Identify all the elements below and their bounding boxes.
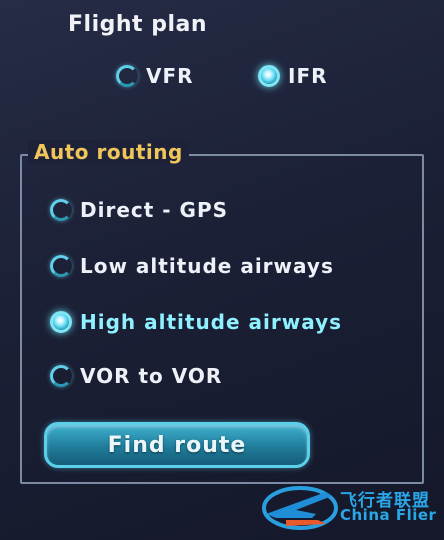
- radio-selected-icon: [50, 311, 72, 333]
- radio-low-altitude[interactable]: Low altitude airways: [50, 254, 334, 278]
- radio-label: Direct - GPS: [80, 198, 229, 222]
- find-route-label: Find route: [107, 432, 247, 458]
- radio-ifr[interactable]: IFR: [258, 64, 328, 88]
- flight-plan-title: Flight plan: [68, 12, 207, 37]
- find-route-button[interactable]: Find route: [44, 422, 310, 468]
- radio-icon: [50, 199, 72, 221]
- radio-icon: [50, 255, 72, 277]
- radio-high-altitude[interactable]: High altitude airways: [50, 310, 342, 334]
- radio-vfr[interactable]: VFR: [116, 64, 194, 88]
- radio-icon: [50, 365, 72, 387]
- radio-vor-to-vor[interactable]: VOR to VOR: [50, 364, 222, 388]
- radio-label: High altitude airways: [80, 310, 343, 334]
- radio-label: VOR to VOR: [80, 364, 223, 388]
- watermark-en: China Flier: [340, 506, 437, 524]
- radio-label: Low altitude airways: [80, 254, 334, 278]
- radio-label: IFR: [288, 64, 328, 88]
- radio-icon: [116, 65, 138, 87]
- radio-direct-gps[interactable]: Direct - GPS: [50, 198, 228, 222]
- radio-label: VFR: [146, 64, 194, 88]
- radio-selected-icon: [258, 65, 280, 87]
- auto-routing-title: Auto routing: [28, 140, 189, 164]
